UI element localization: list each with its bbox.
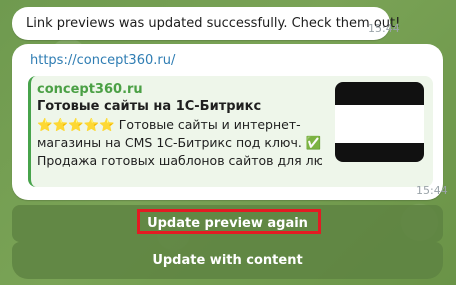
link-preview-message-bubble: https://concept360.ru/ concept360.ru Гот…: [12, 44, 448, 200]
status-message-bubble: Link previews was updated successfully. …: [12, 7, 400, 40]
preview-description: ⭐⭐⭐⭐⭐ Готовые сайты и интернет- магазины…: [37, 116, 322, 170]
message-link[interactable]: https://concept360.ru/: [30, 53, 175, 68]
preview-title: Готовые сайты на 1С-Битрикс: [37, 99, 262, 114]
thumbnail-top-band: [335, 82, 424, 105]
message-time: 15:44: [416, 184, 448, 197]
status-message-text: Link previews was updated successfully. …: [26, 16, 401, 31]
link-preview-card[interactable]: concept360.ru Готовые сайты на 1С-Битрик…: [28, 76, 433, 187]
update-preview-again-button[interactable]: Update preview again: [12, 205, 443, 242]
status-message-time: 15:44: [368, 22, 400, 35]
preview-description-line: ⭐⭐⭐⭐⭐ Готовые сайты и интернет-: [37, 117, 301, 132]
thumbnail-bottom-band: [335, 143, 424, 162]
update-with-content-button[interactable]: Update with content: [12, 242, 443, 279]
preview-site-name: concept360.ru: [37, 82, 143, 97]
preview-description-line: магазины на CMS 1С-Битрикс под ключ. ✅: [37, 135, 322, 150]
preview-description-line: Продажа готовых шаблонов сайтов для люб.…: [37, 153, 322, 168]
preview-thumbnail: [335, 82, 424, 162]
